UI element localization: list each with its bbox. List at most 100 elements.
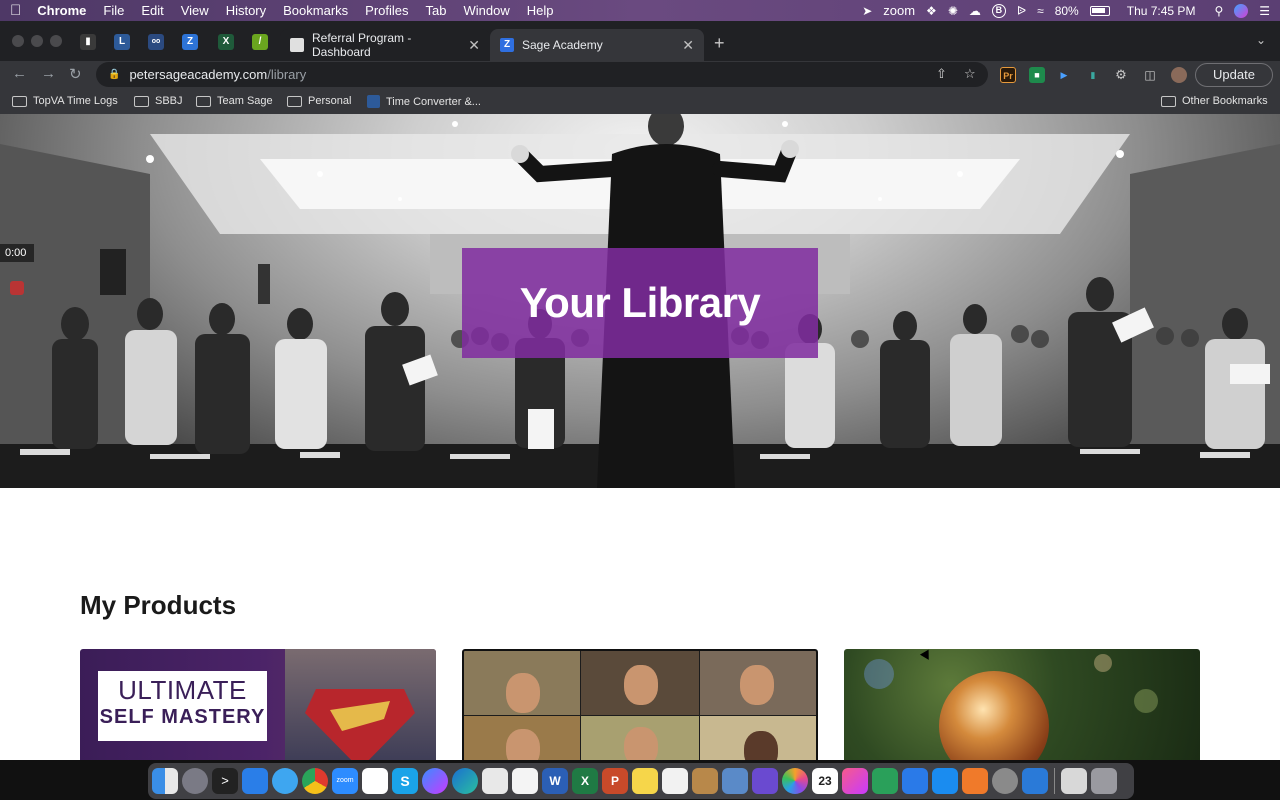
bitcoin-icon[interactable]: B [991,3,1006,18]
menu-history[interactable]: History [226,3,266,18]
pinned-tab-bar-icon[interactable]: ▮ [80,34,96,50]
cloud-icon[interactable]: ☁ [969,4,981,18]
close-icon[interactable]: ✕ [682,37,694,54]
tab-search-chevron-icon[interactable]: ⌄ [1256,33,1266,47]
window-zoom-button[interactable] [50,35,62,47]
chrome-icon[interactable] [302,768,328,794]
forward-button[interactable]: → [41,65,56,82]
wifi-icon[interactable]: ≈ [1037,4,1044,18]
close-icon[interactable]: ✕ [468,37,480,54]
books-icon[interactable] [962,768,988,794]
new-tab-button[interactable]: + [714,33,725,54]
menu-bookmarks[interactable]: Bookmarks [283,3,348,18]
back-button[interactable]: ← [12,65,27,82]
menu-window[interactable]: Window [464,3,510,18]
menu-view[interactable]: View [181,3,209,18]
menu-help[interactable]: Help [527,3,554,18]
calendar-icon[interactable]: 23 [812,768,838,794]
bookmark-sbbj[interactable]: SBBJ [134,95,183,107]
terminal-icon[interactable]: > [212,768,238,794]
menu-profiles[interactable]: Profiles [365,3,408,18]
profile-avatar[interactable] [1171,67,1187,83]
product-card-ultimate-self-mastery[interactable]: ULTIMATE SELF MASTERY [80,649,436,760]
extensions-puzzle-icon[interactable]: ⚙ [1113,67,1129,83]
bluetooth-icon[interactable]: ᐉ [1017,4,1026,18]
launchpad-icon[interactable] [182,768,208,794]
notebook-icon[interactable] [692,768,718,794]
pinned-tab-app-icon[interactable]: oo [148,34,164,50]
image-capture-icon[interactable] [722,768,748,794]
edge-icon[interactable] [452,768,478,794]
share-icon[interactable]: ⇧ [936,66,947,82]
bookmark-star-icon[interactable]: ☆ [964,66,976,82]
control-center-icon[interactable]: ☰ [1259,4,1270,18]
window-minimize-button[interactable] [31,35,43,47]
battery-icon[interactable] [1089,5,1110,16]
stop-recording-button[interactable] [10,281,24,295]
textedit-icon[interactable] [512,768,538,794]
notes-icon[interactable] [632,768,658,794]
photos-icon[interactable] [782,768,808,794]
location-icon[interactable]: ➤ [862,4,872,18]
preview-icon[interactable] [482,768,508,794]
product-card-video-call[interactable] [462,649,818,760]
tab-referral-dashboard[interactable]: Referral Program - Dashboard ✕ [280,29,490,61]
onedrive-icon[interactable] [1022,768,1048,794]
dropbox-icon[interactable]: ❖ [926,4,937,18]
powerpoint-icon[interactable]: P [602,768,628,794]
reminders-icon[interactable] [662,768,688,794]
music-icon[interactable] [842,768,868,794]
bookmark-label: SBBJ [155,95,183,107]
menu-tab[interactable]: Tab [426,3,447,18]
hero-title-overlay: Your Library [462,248,818,358]
extension-green-icon[interactable]: ■ [1029,67,1045,83]
reload-button[interactable]: ↻ [69,65,82,83]
slack-icon[interactable] [362,768,388,794]
trash-icon[interactable] [1091,768,1117,794]
address-bar[interactable]: 🔒 petersageacademy.com/library ⇧ ☆ [96,62,988,87]
tab-sage-academy[interactable]: Z Sage Academy ✕ [490,29,704,61]
zoom-status[interactable]: zoom [883,3,915,18]
word-icon[interactable]: W [542,768,568,794]
keynote-icon[interactable] [902,768,928,794]
window-close-button[interactable] [12,35,24,47]
bookmark-personal[interactable]: Personal [287,95,351,107]
pinned-tab-sheets-icon[interactable]: X [218,34,234,50]
menu-edit[interactable]: Edit [141,3,163,18]
page-viewport[interactable]: Your Library 0:00 My Products ULTIMATE S… [0,114,1280,760]
pinned-tab-zoho-icon[interactable]: Z [182,34,198,50]
menu-app-chrome[interactable]: Chrome [37,3,86,18]
pinned-tab-leaf-icon[interactable]: / [252,34,268,50]
premiere-extension-icon[interactable]: Pr [1000,67,1016,83]
finder-icon[interactable] [152,768,178,794]
skype-icon[interactable]: S [392,768,418,794]
folder-icon [1161,95,1176,107]
menu-file[interactable]: File [103,3,124,18]
excel-icon[interactable]: X [572,768,598,794]
extension-teal-icon[interactable]: ▮ [1085,67,1101,83]
imovie-icon[interactable] [752,768,778,794]
bookmark-time-converter[interactable]: Time Converter &... [367,95,481,108]
zoom-icon[interactable]: zoom [332,768,358,794]
bookmark-team-sage[interactable]: Team Sage [196,95,273,107]
safari-icon[interactable] [272,768,298,794]
system-preferences-icon[interactable] [992,768,1018,794]
siri-icon[interactable] [1234,3,1249,18]
music-file-icon[interactable] [1061,768,1087,794]
lock-icon[interactable]: 🔒 [108,69,120,80]
numbers-icon[interactable] [872,768,898,794]
apple-icon[interactable]:  [10,2,21,19]
pinned-tab-clock-icon[interactable]: L [114,34,130,50]
side-panel-icon[interactable]: ◫ [1142,67,1158,83]
product-card-crystal-ball[interactable] [844,649,1200,760]
update-button[interactable]: Update [1195,63,1273,87]
search-icon[interactable]: ⚲ [1214,4,1223,18]
clock[interactable]: Thu 7:45 PM [1127,4,1196,18]
bookmark-topva-time-logs[interactable]: TopVA Time Logs [12,95,118,107]
app-store-icon[interactable] [932,768,958,794]
bookmark-other-bookmarks[interactable]: Other Bookmarks [1161,95,1268,107]
settings-icon[interactable]: ✺ [948,4,958,18]
app-store-icon[interactable] [242,768,268,794]
extension-play-icon[interactable]: ▶ [1056,67,1072,83]
messenger-icon[interactable] [422,768,448,794]
